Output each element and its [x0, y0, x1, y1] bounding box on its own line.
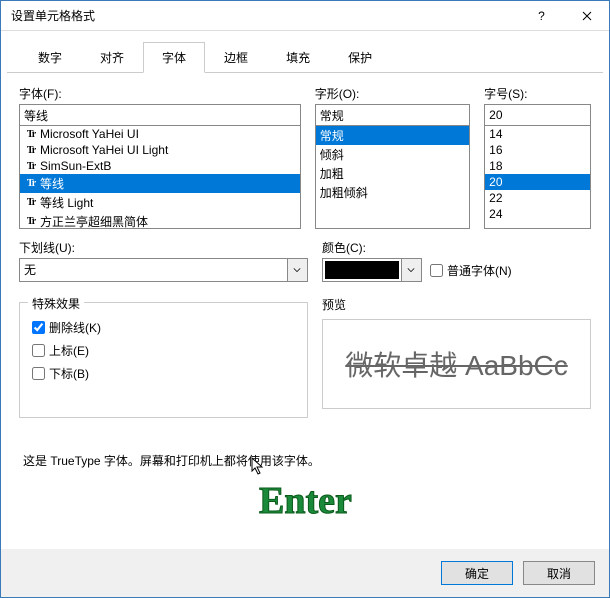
list-item-label: 加粗倾斜 — [320, 184, 368, 201]
font-list[interactable]: TrMicrosoft YaHei UITrMicrosoft YaHei UI… — [19, 125, 301, 229]
annotation-text: Enter — [259, 479, 352, 523]
underline-value: 无 — [20, 259, 287, 281]
size-list[interactable]: 14 16 18 20 22 24 — [484, 125, 591, 229]
list-item[interactable]: 14 — [485, 126, 590, 142]
help-icon: ? — [538, 9, 545, 23]
super-label: 上标(E) — [49, 342, 89, 359]
list-item[interactable]: Tr等线 — [20, 174, 300, 193]
ok-button[interactable]: 确定 — [441, 561, 513, 585]
list-item-label: 16 — [489, 143, 502, 157]
list-item[interactable]: 20 — [485, 174, 590, 190]
list-item[interactable]: TrMicrosoft YaHei UI Light — [20, 142, 300, 158]
list-item-label: 24 — [489, 207, 502, 221]
chevron-down-icon — [287, 259, 307, 281]
sub-checkbox[interactable] — [32, 367, 45, 380]
color-select[interactable] — [322, 258, 422, 282]
list-item-label: 等线 Light — [40, 194, 93, 211]
tab-3[interactable]: 边框 — [205, 42, 267, 73]
style-label: 字形(O): — [315, 85, 470, 102]
list-item-label: 22 — [489, 191, 502, 205]
titlebar: 设置单元格格式 ? — [1, 1, 609, 31]
style-list[interactable]: 常规倾斜加粗加粗倾斜 — [315, 125, 470, 229]
list-item-label: Microsoft YaHei UI — [40, 127, 139, 141]
list-item-label: SimSun-ExtB — [40, 159, 111, 173]
list-item[interactable]: TrMicrosoft YaHei UI — [20, 126, 300, 142]
list-item-label: 18 — [489, 159, 502, 173]
list-item[interactable]: 18 — [485, 158, 590, 174]
strike-checkbox[interactable] — [32, 321, 45, 334]
list-item-label: 20 — [489, 175, 502, 189]
close-icon — [582, 11, 592, 21]
color-label: 颜色(C): — [322, 239, 422, 256]
truetype-icon: Tr — [24, 178, 38, 190]
tab-5[interactable]: 保护 — [329, 42, 391, 73]
dialog-footer: 确定 取消 — [1, 549, 609, 597]
list-item[interactable]: 常规 — [316, 126, 469, 145]
font-input[interactable] — [19, 104, 301, 126]
tab-4[interactable]: 填充 — [267, 42, 329, 73]
style-input[interactable] — [315, 104, 470, 126]
list-item[interactable]: 加粗倾斜 — [316, 183, 469, 202]
super-checkbox[interactable] — [32, 344, 45, 357]
normalfont-checkbox[interactable] — [430, 264, 443, 277]
list-item[interactable]: Tr等线 Light — [20, 193, 300, 212]
help-button[interactable]: ? — [519, 1, 564, 31]
list-item[interactable]: 24 — [485, 206, 590, 222]
tab-2[interactable]: 字体 — [143, 42, 205, 73]
list-item[interactable]: 16 — [485, 142, 590, 158]
font-label: 字体(F): — [19, 85, 301, 102]
size-input[interactable] — [484, 104, 591, 126]
list-item-label: Microsoft YaHei UI Light — [40, 143, 168, 157]
list-item-label: 加粗 — [320, 165, 344, 182]
list-item-label: 等线 — [40, 175, 64, 192]
info-text: 这是 TrueType 字体。屏幕和打印机上都将使用该字体。 — [23, 452, 587, 469]
list-item[interactable]: TrSimSun-ExtB — [20, 158, 300, 174]
sub-label: 下标(B) — [49, 365, 89, 382]
effects-legend: 特殊效果 — [28, 295, 84, 312]
list-item-label: 常规 — [320, 127, 344, 144]
truetype-icon: Tr — [24, 144, 38, 156]
underline-select[interactable]: 无 — [19, 258, 308, 282]
truetype-icon: Tr — [24, 160, 38, 172]
truetype-icon: Tr — [24, 216, 38, 228]
tab-1[interactable]: 对齐 — [81, 42, 143, 73]
preview-text: 微软卓越 AaBbCc — [345, 344, 568, 384]
size-label: 字号(S): — [484, 85, 591, 102]
list-item[interactable]: 加粗 — [316, 164, 469, 183]
chevron-down-icon — [401, 259, 421, 281]
normalfont-label: 普通字体(N) — [447, 262, 512, 279]
close-button[interactable] — [564, 1, 609, 31]
list-item[interactable]: 倾斜 — [316, 145, 469, 164]
window-title: 设置单元格格式 — [11, 7, 519, 24]
list-item[interactable]: Tr方正兰亭超细黑简体 — [20, 212, 300, 229]
list-item-label: 方正兰亭超细黑简体 — [40, 213, 148, 229]
color-swatch — [325, 261, 399, 279]
tab-bar: 数字对齐字体边框填充保护 — [7, 31, 603, 73]
list-item-label: 倾斜 — [320, 146, 344, 163]
truetype-icon: Tr — [24, 128, 38, 140]
tab-0[interactable]: 数字 — [19, 42, 81, 73]
cancel-button[interactable]: 取消 — [523, 561, 595, 585]
list-item[interactable]: 22 — [485, 190, 590, 206]
list-item-label: 14 — [489, 127, 502, 141]
strike-label: 删除线(K) — [49, 319, 101, 336]
underline-label: 下划线(U): — [19, 239, 308, 256]
truetype-icon: Tr — [24, 197, 38, 209]
effects-group: 特殊效果 删除线(K) 上标(E) 下标(B) — [19, 302, 308, 418]
preview-box: 微软卓越 AaBbCc — [322, 319, 591, 409]
preview-legend: 预览 — [322, 296, 591, 313]
